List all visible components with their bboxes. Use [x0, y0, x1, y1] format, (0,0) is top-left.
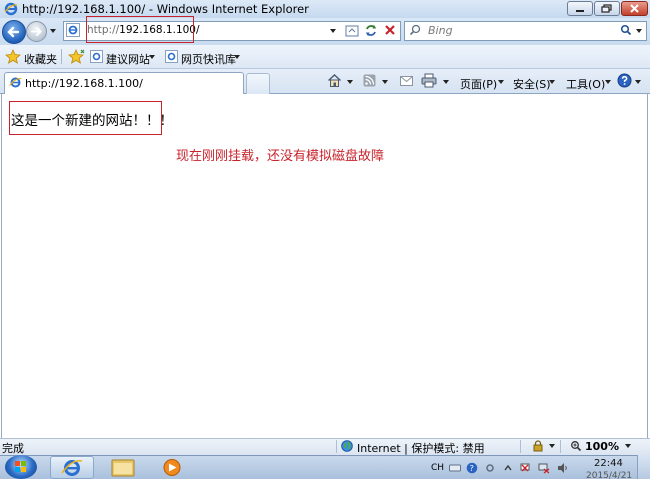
minimize-button[interactable]	[567, 1, 593, 16]
search-icon	[409, 24, 421, 36]
favorites-star-icon[interactable]	[5, 49, 21, 64]
tools-menu-dropdown-icon[interactable]	[605, 80, 611, 84]
suggested-sites-link[interactable]: 建议网站	[106, 51, 150, 67]
start-button[interactable]	[5, 455, 37, 479]
tab-page-icon	[9, 77, 22, 88]
action-center-flag-icon[interactable]	[519, 462, 531, 474]
separator	[61, 49, 62, 64]
close-button[interactable]	[621, 1, 648, 16]
print-icon[interactable]	[421, 73, 437, 88]
settings-tray-icon[interactable]	[484, 462, 496, 474]
compatibility-view-icon[interactable]	[345, 24, 359, 38]
suggested-sites-dropdown-icon[interactable]	[149, 55, 155, 59]
web-slice-dropdown-icon[interactable]	[234, 55, 240, 59]
safety-menu-dropdown-icon[interactable]	[549, 80, 555, 84]
history-dropdown[interactable]	[50, 29, 56, 33]
home-icon[interactable]	[327, 73, 342, 88]
refresh-icon[interactable]	[364, 23, 378, 38]
web-slice-gallery-icon	[165, 50, 178, 63]
taskbar-ie-button[interactable]	[50, 456, 94, 479]
internet-zone-globe-icon	[341, 440, 353, 452]
feeds-dropdown-icon[interactable]	[382, 80, 388, 84]
security-zone-text[interactable]: Internet | 保护模式: 禁用	[357, 440, 485, 456]
show-hidden-icons[interactable]	[502, 462, 514, 474]
svg-text:?: ?	[470, 464, 474, 473]
protected-mode-icon[interactable]	[532, 440, 544, 452]
maximize-button[interactable]	[594, 1, 620, 16]
web-slice-gallery-link[interactable]: 网页快讯库	[181, 51, 236, 67]
page-menu-dropdown-icon[interactable]	[498, 80, 504, 84]
feeds-icon[interactable]	[363, 74, 376, 87]
clock-time[interactable]: 22:44	[594, 458, 623, 469]
home-dropdown-icon[interactable]	[347, 80, 353, 84]
help-icon[interactable]	[617, 73, 632, 88]
keyboard-icon[interactable]	[449, 462, 461, 474]
show-desktop-button[interactable]	[637, 455, 650, 479]
safety-menu[interactable]: 安全(S)	[513, 76, 551, 92]
ie-logo-icon	[4, 2, 18, 16]
search-options-dropdown-icon[interactable]	[636, 29, 642, 33]
search-go-icon[interactable]	[620, 24, 632, 36]
address-highlight-box	[86, 16, 194, 43]
separator	[520, 440, 521, 453]
clock-date[interactable]: 2015/4/21	[586, 471, 632, 481]
separator	[336, 440, 337, 453]
new-tab-button[interactable]	[246, 73, 270, 94]
page-body-text: 这是一个新建的网站！！！	[11, 113, 173, 129]
taskbar-media-player-button[interactable]	[152, 456, 196, 479]
back-button[interactable]	[2, 20, 26, 44]
add-to-favorites-icon[interactable]	[68, 49, 86, 64]
protected-mode-dropdown-icon[interactable]	[549, 444, 555, 448]
suggested-sites-icon	[90, 50, 103, 63]
window-title: http://192.168.1.100/ - Windows Internet…	[22, 2, 309, 16]
page-icon	[66, 23, 80, 37]
network-icon[interactable]	[538, 462, 550, 474]
forward-button[interactable]	[26, 21, 47, 42]
status-text: 完成	[2, 442, 24, 455]
help-tray-icon[interactable]: ?	[466, 462, 478, 474]
annotation-text: 现在刚刚挂载，还没有模拟磁盘故障	[176, 149, 385, 164]
tab-title: http://192.168.1.100/	[25, 77, 143, 90]
zoom-level[interactable]: 100%	[585, 440, 619, 453]
help-dropdown-icon[interactable]	[635, 80, 641, 84]
print-dropdown-icon[interactable]	[443, 80, 449, 84]
separator	[560, 440, 561, 453]
search-placeholder: Bing	[428, 24, 453, 37]
stop-icon[interactable]	[383, 23, 397, 37]
page-menu[interactable]: 页面(P)	[460, 76, 497, 92]
favorites-button[interactable]: 收藏夹	[24, 51, 57, 67]
taskbar	[0, 455, 650, 479]
zoom-dropdown-icon[interactable]	[625, 444, 631, 448]
zoom-icon[interactable]	[570, 440, 582, 452]
language-indicator[interactable]: CH	[431, 463, 444, 473]
tools-menu[interactable]: 工具(O)	[566, 76, 605, 92]
taskbar-explorer-button[interactable]	[102, 456, 146, 479]
address-dropdown-icon[interactable]	[330, 29, 336, 33]
mail-icon[interactable]	[400, 76, 413, 86]
volume-icon[interactable]	[557, 462, 569, 474]
